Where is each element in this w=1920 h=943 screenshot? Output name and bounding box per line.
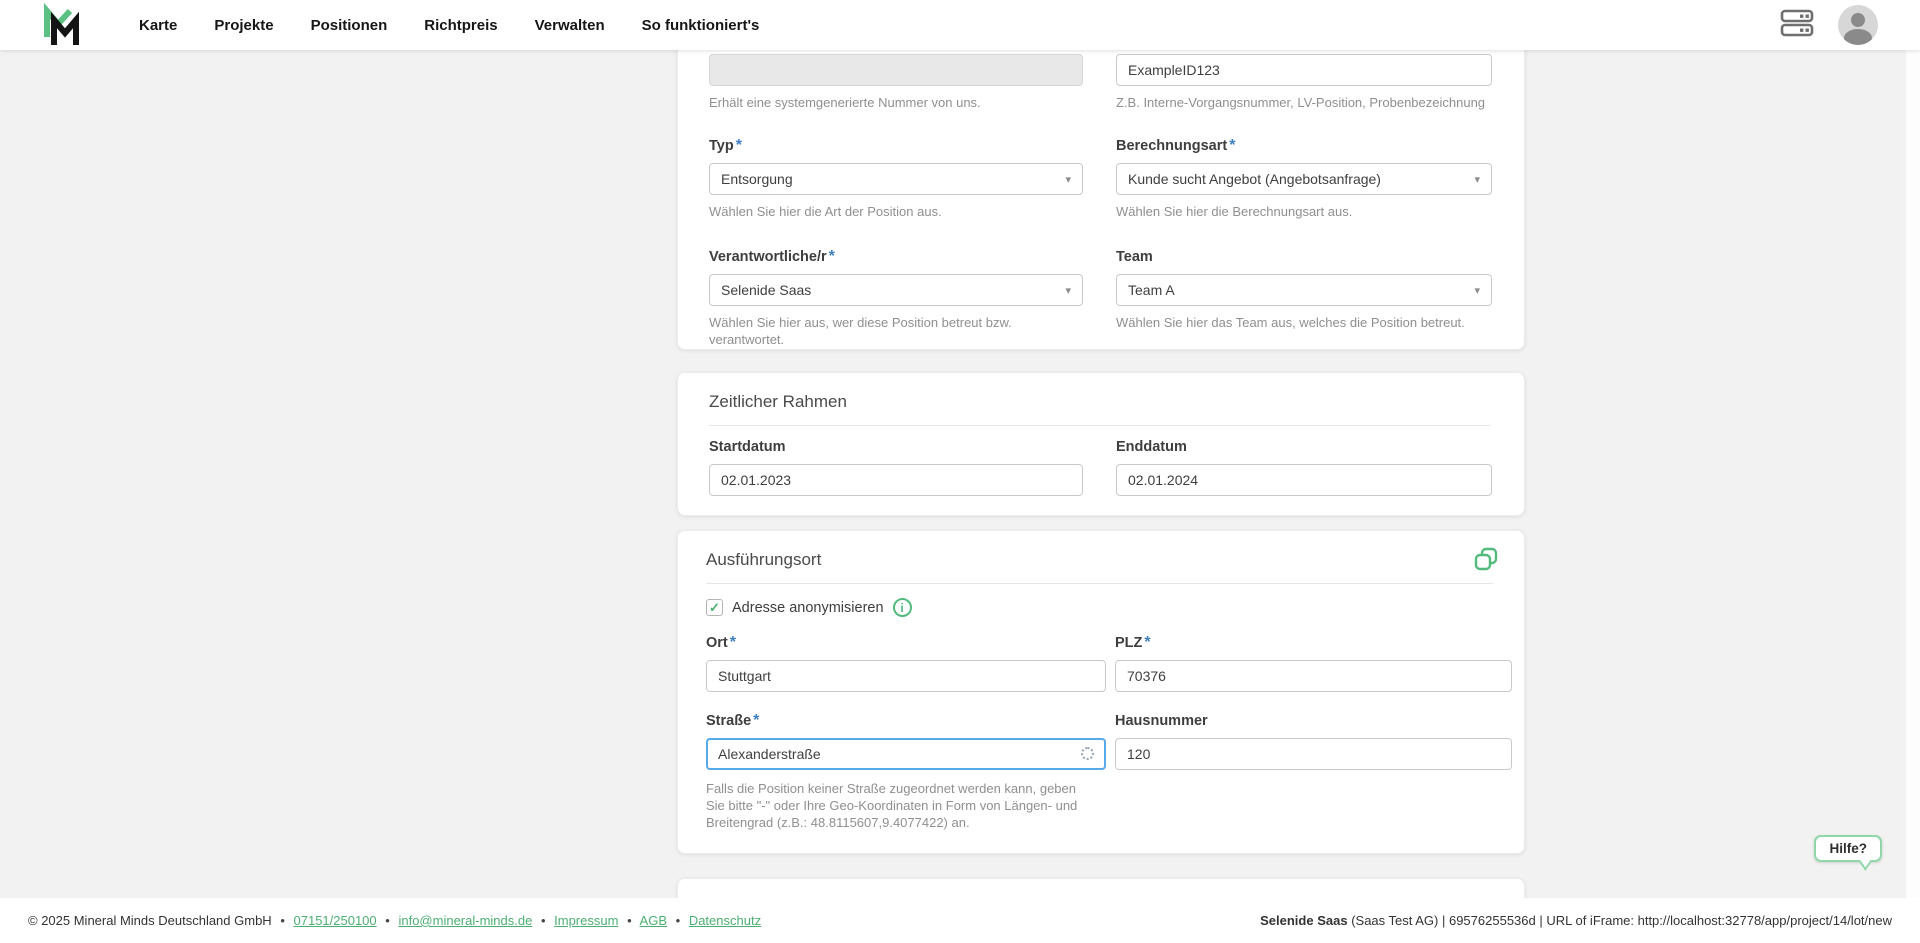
separator: •	[676, 913, 681, 928]
nav-item-richtpreis[interactable]: Richtpreis	[424, 17, 497, 34]
required-asterisk: *	[753, 712, 759, 729]
startdatum-label: Startdatum	[709, 439, 786, 455]
berechnungsart-helper: Wählen Sie hier die Berechnungsart aus.	[1116, 203, 1492, 220]
verantwortliche-label-row: Verantwortliche/r*	[709, 248, 1083, 266]
berechnungsart-label: Berechnungsart	[1116, 138, 1227, 154]
berechnungsart-select-value: Kunde sucht Angebot (Angebotsanfrage)	[1128, 171, 1381, 187]
mineral-minds-logo-icon[interactable]	[40, 3, 84, 47]
main-nav: Karte Projekte Positionen Richtpreis Ver…	[139, 17, 759, 34]
help-button[interactable]: Hilfe?	[1814, 835, 1882, 862]
card-general: Erhält eine systemgenerierte Nummer von …	[677, 0, 1525, 350]
hausnummer-input[interactable]	[1115, 738, 1512, 770]
anonymize-label: Adresse anonymisieren	[732, 600, 884, 616]
team-label-row: Team	[1116, 248, 1492, 266]
anonymize-row: ✓ Adresse anonymisieren i	[706, 598, 1510, 617]
typ-select[interactable]: Entsorgung ▾	[709, 163, 1083, 195]
chevron-down-icon: ▾	[1065, 173, 1071, 186]
system-number-helper: Erhält eine systemgenerierte Nummer von …	[709, 94, 1083, 111]
email-link[interactable]: info@mineral-minds.de	[398, 913, 532, 928]
startdatum-input[interactable]	[709, 464, 1083, 496]
typ-label-row: Typ*	[709, 137, 1083, 155]
nav-item-so-funktionierts[interactable]: So funktioniert's	[642, 17, 760, 34]
separator: •	[280, 913, 285, 928]
separator: •	[385, 913, 390, 928]
card-ausfuehrungsort: Ausführungsort ✓ Adresse anonymisieren i…	[677, 530, 1525, 854]
footer-left: © 2025 Mineral Minds Deutschland GmbH • …	[28, 913, 761, 928]
typ-helper: Wählen Sie hier die Art der Position aus…	[709, 203, 1083, 220]
agb-link[interactable]: AGB	[640, 913, 667, 928]
avatar-head	[1851, 13, 1865, 27]
session-user-name: Selenide Saas	[1260, 913, 1347, 928]
separator: •	[627, 913, 632, 928]
required-asterisk: *	[736, 137, 742, 154]
strasse-helper-coords: (z.B.: 48.8115607,9.4077422)	[777, 815, 948, 830]
footer-right: Selenide Saas (Saas Test AG) | 695762555…	[1260, 913, 1892, 928]
required-asterisk: *	[1229, 137, 1235, 154]
copyright-text: © 2025 Mineral Minds Deutschland GmbH	[28, 913, 272, 928]
section-title-ausfuehrungsort: Ausführungsort	[706, 531, 1510, 570]
team-label: Team	[1116, 249, 1153, 265]
nav-item-projekte[interactable]: Projekte	[214, 17, 273, 34]
typ-select-value: Entsorgung	[721, 171, 793, 187]
system-number-input	[709, 54, 1083, 86]
nav-item-verwalten[interactable]: Verwalten	[535, 17, 605, 34]
required-asterisk: *	[1144, 634, 1150, 651]
required-asterisk: *	[730, 634, 736, 651]
berechnungsart-label-row: Berechnungsart*	[1116, 137, 1492, 155]
chevron-down-icon: ▾	[1474, 284, 1480, 297]
copy-icon[interactable]	[1474, 547, 1498, 576]
info-icon[interactable]: i	[893, 598, 912, 617]
strasse-label: Straße	[706, 713, 751, 729]
hausnummer-label: Hausnummer	[1115, 713, 1208, 729]
help-button-label: Hilfe?	[1829, 841, 1867, 856]
avatar-shoulders	[1844, 29, 1872, 45]
strasse-input[interactable]	[706, 738, 1106, 770]
external-id-helper: Z.B. Interne-Vorgangsnummer, LV-Position…	[1116, 94, 1492, 111]
anonymize-checkbox[interactable]: ✓	[706, 599, 723, 616]
ort-label: Ort	[706, 635, 728, 651]
ort-input[interactable]	[706, 660, 1106, 692]
session-info: (Saas Test AG) | 69576255536d | URL of i…	[1348, 913, 1892, 928]
impressum-link[interactable]: Impressum	[554, 913, 618, 928]
plz-input[interactable]	[1115, 660, 1512, 692]
berechnungsart-select[interactable]: Kunde sucht Angebot (Angebotsanfrage) ▾	[1116, 163, 1492, 195]
loading-spinner-icon	[1081, 747, 1094, 760]
top-navbar: Karte Projekte Positionen Richtpreis Ver…	[0, 0, 1920, 50]
chevron-down-icon: ▾	[1065, 284, 1071, 297]
strasse-helper: Falls die Position keiner Straße zugeord…	[706, 780, 1078, 831]
strasse-helper-suffix: an.	[948, 815, 970, 830]
user-avatar[interactable]	[1838, 5, 1878, 45]
typ-label: Typ	[709, 138, 734, 154]
nav-item-karte[interactable]: Karte	[139, 17, 177, 34]
required-asterisk: *	[829, 248, 835, 265]
verantwortliche-select-value: Selenide Saas	[721, 282, 811, 298]
external-id-input[interactable]	[1116, 54, 1492, 86]
enddatum-label: Enddatum	[1116, 439, 1187, 455]
card-zeitlicher-rahmen: Zeitlicher Rahmen Startdatum Enddatum	[677, 372, 1525, 516]
verantwortliche-label: Verantwortliche/r	[709, 249, 827, 265]
separator: •	[541, 913, 546, 928]
chevron-down-icon: ▾	[1474, 173, 1480, 186]
server-icon[interactable]	[1780, 8, 1814, 43]
nav-item-positionen[interactable]: Positionen	[311, 17, 388, 34]
verantwortliche-helper: Wählen Sie hier aus, wer diese Position …	[709, 314, 1083, 348]
verantwortliche-select[interactable]: Selenide Saas ▾	[709, 274, 1083, 306]
team-select-value: Team A	[1128, 282, 1175, 298]
phone-link[interactable]: 07151/250100	[294, 913, 377, 928]
section-title-zeitlicher-rahmen: Zeitlicher Rahmen	[709, 373, 1490, 412]
datenschutz-link[interactable]: Datenschutz	[689, 913, 761, 928]
footer: © 2025 Mineral Minds Deutschland GmbH • …	[0, 898, 1920, 943]
plz-label: PLZ	[1115, 635, 1142, 651]
section-divider	[709, 425, 1490, 426]
team-select[interactable]: Team A ▾	[1116, 274, 1492, 306]
enddatum-input[interactable]	[1116, 464, 1492, 496]
scrollbar-track[interactable]	[1906, 0, 1920, 943]
section-divider	[706, 583, 1493, 584]
team-helper: Wählen Sie hier das Team aus, welches di…	[1116, 314, 1492, 331]
